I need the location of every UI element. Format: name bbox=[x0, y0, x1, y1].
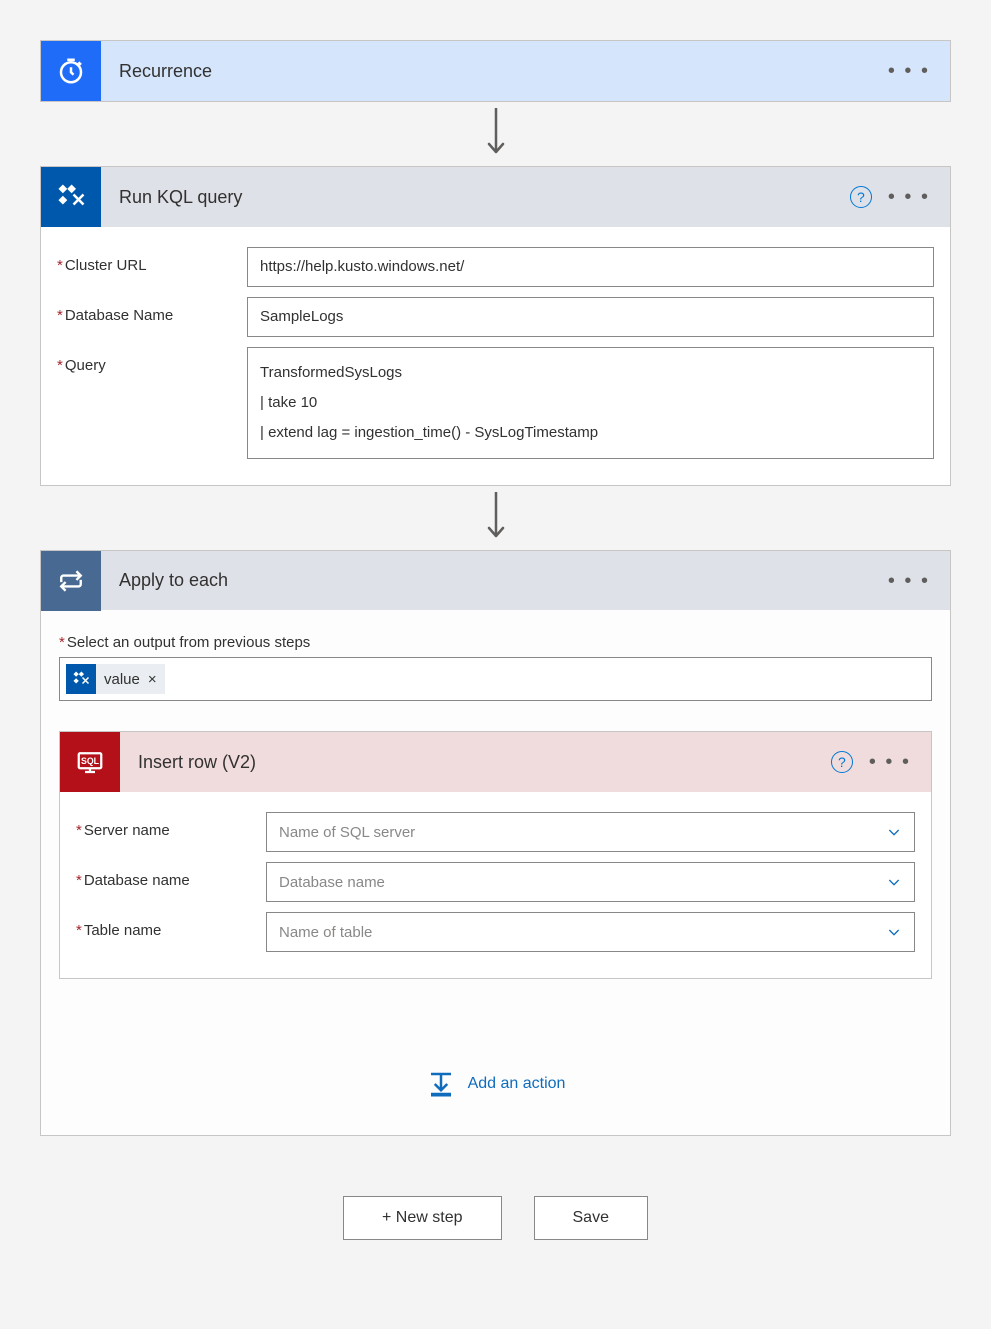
loop-icon bbox=[41, 551, 101, 611]
flow-arrow bbox=[40, 486, 951, 550]
save-button[interactable]: Save bbox=[534, 1196, 648, 1240]
sql-icon: SQL bbox=[60, 732, 120, 792]
kusto-icon bbox=[41, 167, 101, 227]
clock-icon bbox=[41, 41, 101, 101]
chevron-down-icon bbox=[886, 924, 902, 940]
step-title: Recurrence bbox=[101, 61, 886, 82]
chevron-down-icon bbox=[886, 824, 902, 840]
step-body: *Cluster URL https://help.kusto.windows.… bbox=[41, 227, 950, 485]
step-kql: Run KQL query ? • • • *Cluster URL https… bbox=[40, 166, 951, 486]
field-label: *Select an output from previous steps bbox=[59, 634, 932, 651]
step-header[interactable]: Recurrence • • • bbox=[41, 41, 950, 101]
step-title: Insert row (V2) bbox=[120, 752, 831, 773]
step-insert-row: SQL Insert row (V2) ? • • • *Server name… bbox=[59, 731, 932, 979]
add-action-icon bbox=[426, 1069, 456, 1099]
add-action-button[interactable]: Add an action bbox=[59, 1069, 932, 1099]
more-icon[interactable]: • • • bbox=[886, 570, 932, 592]
database-name-input[interactable]: SampleLogs bbox=[247, 297, 934, 337]
field-label: *Database name bbox=[76, 862, 266, 889]
close-icon[interactable]: × bbox=[148, 671, 157, 688]
add-action-label: Add an action bbox=[468, 1075, 566, 1093]
step-header[interactable]: Apply to each • • • bbox=[40, 550, 951, 610]
more-icon[interactable]: • • • bbox=[886, 186, 932, 208]
step-title: Apply to each bbox=[101, 570, 886, 591]
server-name-select[interactable]: Name of SQL server bbox=[266, 812, 915, 852]
chevron-down-icon bbox=[886, 874, 902, 890]
database-name-select[interactable]: Database name bbox=[266, 862, 915, 902]
table-name-select[interactable]: Name of table bbox=[266, 912, 915, 952]
query-input[interactable]: TransformedSysLogs | take 10 | extend la… bbox=[247, 347, 934, 459]
cluster-url-input[interactable]: https://help.kusto.windows.net/ bbox=[247, 247, 934, 287]
step-body: *Server name Name of SQL server *Databas… bbox=[60, 792, 931, 978]
apply-body: *Select an output from previous steps va… bbox=[40, 610, 951, 1136]
token-label: value bbox=[104, 671, 140, 688]
step-apply-to-each: Apply to each • • • *Select an output fr… bbox=[40, 550, 951, 1136]
dynamic-token[interactable]: value × bbox=[66, 664, 165, 694]
kusto-icon bbox=[66, 664, 96, 694]
field-label: *Server name bbox=[76, 812, 266, 839]
step-recurrence[interactable]: Recurrence • • • bbox=[40, 40, 951, 102]
svg-text:SQL: SQL bbox=[81, 756, 100, 766]
field-label: *Query bbox=[57, 347, 247, 374]
output-selector[interactable]: value × bbox=[59, 657, 932, 701]
more-icon[interactable]: • • • bbox=[886, 60, 932, 82]
help-icon[interactable]: ? bbox=[850, 186, 872, 208]
new-step-button[interactable]: + New step bbox=[343, 1196, 501, 1240]
footer-actions: + New step Save bbox=[40, 1196, 951, 1240]
help-icon[interactable]: ? bbox=[831, 751, 853, 773]
step-header[interactable]: SQL Insert row (V2) ? • • • bbox=[60, 732, 931, 792]
step-title: Run KQL query bbox=[101, 187, 850, 208]
flow-arrow bbox=[40, 102, 951, 166]
field-label: *Cluster URL bbox=[57, 247, 247, 274]
more-icon[interactable]: • • • bbox=[867, 751, 913, 773]
step-header[interactable]: Run KQL query ? • • • bbox=[41, 167, 950, 227]
field-label: *Table name bbox=[76, 912, 266, 939]
field-label: *Database Name bbox=[57, 297, 247, 324]
